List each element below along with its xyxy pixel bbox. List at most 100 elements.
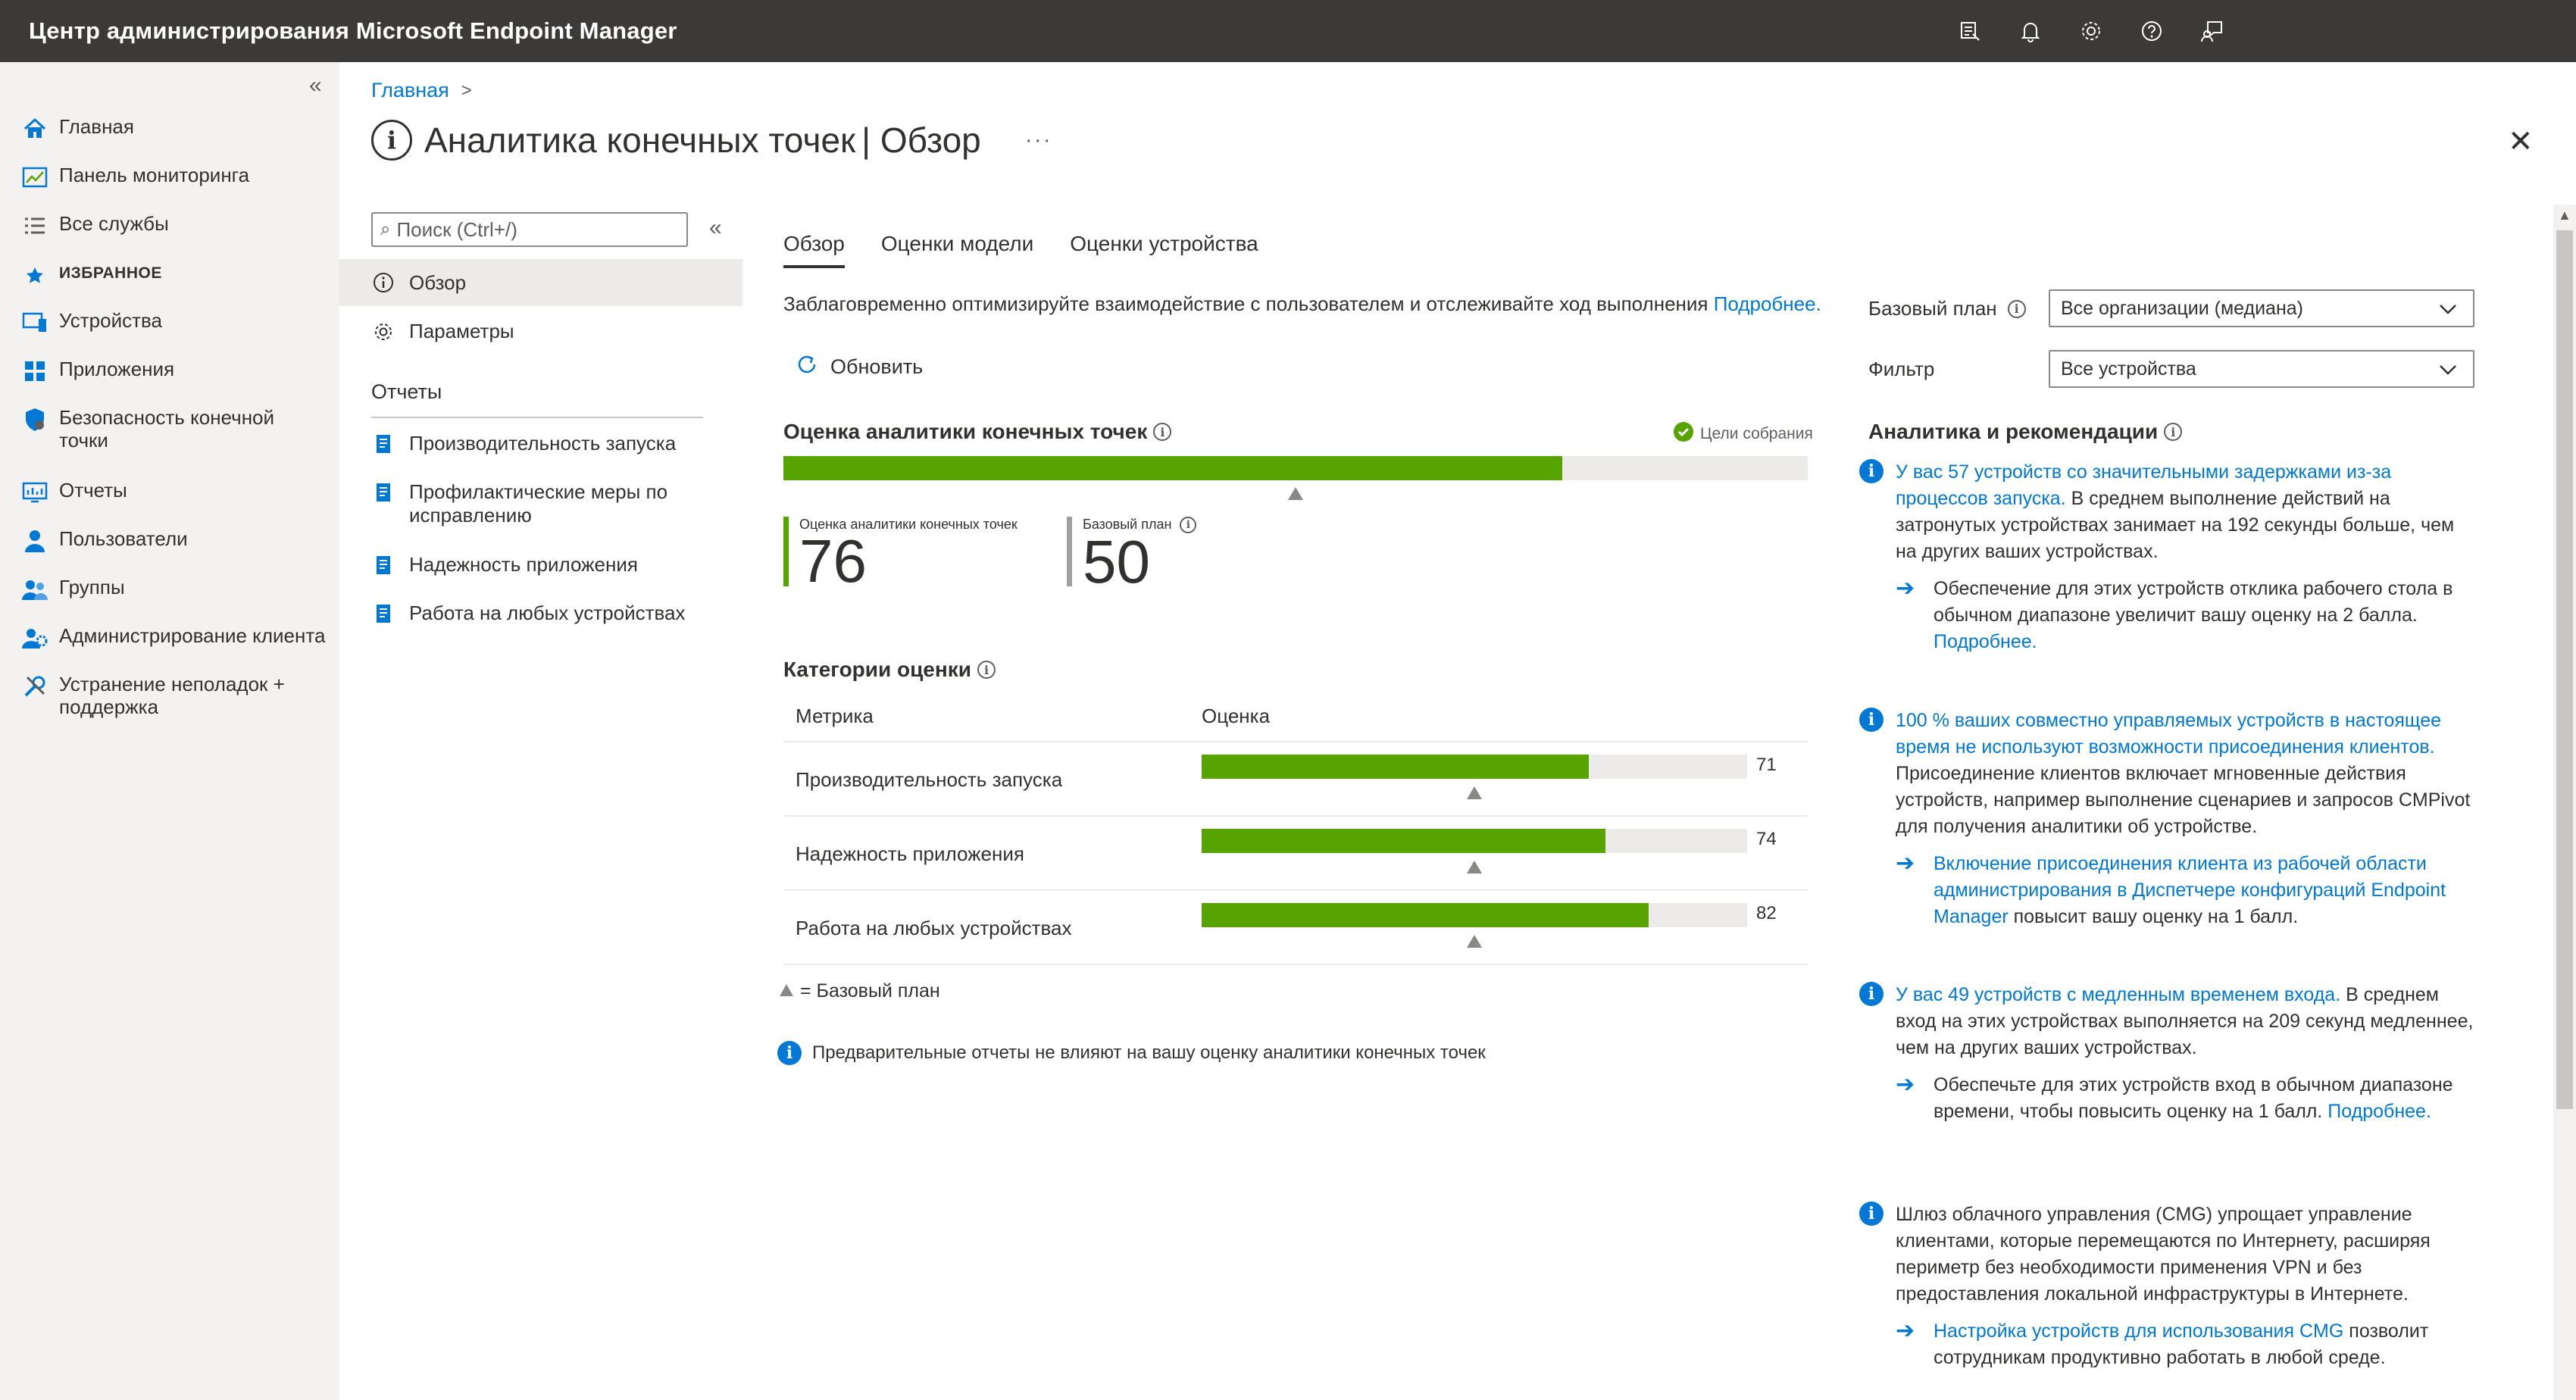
info-icon[interactable]: i [1153, 423, 1172, 441]
star-icon [21, 262, 48, 289]
filter-label: Фильтр [1868, 358, 1934, 381]
metric-name: Надежность приложения [796, 842, 1024, 865]
search-input[interactable]: ⌕ Поиск (Ctrl+/) [371, 212, 688, 247]
bell-icon[interactable] [2015, 16, 2046, 46]
insight-link[interactable]: У вас 49 устройств с медленным временем … [1896, 984, 2340, 1005]
metric-score-value: 74 [1756, 829, 1777, 849]
report-icon [371, 432, 395, 456]
menu-item-label: Параметры [409, 320, 514, 342]
menu-item-label: Профилактические меры по исправлению [409, 480, 668, 527]
scrollbar-thumb[interactable] [2556, 230, 2573, 1109]
baseline-marker [1467, 861, 1482, 873]
tab-model-scores[interactable]: Оценки модели [881, 232, 1033, 268]
nav-item-devices[interactable]: Устройства [21, 309, 162, 336]
collapse-menu-icon[interactable]: « [709, 215, 722, 241]
menu-item-app-reliability[interactable]: Надежность приложения [371, 553, 638, 577]
info-icon: i [1859, 708, 1884, 732]
info-icon: i [1859, 459, 1884, 483]
search-placeholder: Поиск (Ctrl+/) [396, 217, 517, 241]
nav-item-tenant-admin[interactable]: Администрирование клиента [21, 624, 325, 652]
nav-item-dashboard[interactable]: Панель мониторинга [21, 164, 249, 191]
chevron-down-icon [2437, 358, 2459, 386]
metric-score-value: 71 [1756, 755, 1777, 775]
menu-item-settings[interactable]: Параметры [371, 320, 514, 344]
chevron-right-icon: > [461, 80, 472, 101]
table-header: Метрика Оценка [783, 689, 1808, 742]
refresh-icon [794, 352, 820, 383]
top-bar-icons [1955, 0, 2227, 62]
breadcrumb: Главная > [371, 79, 472, 102]
nav-item-groups[interactable]: Группы [21, 576, 125, 603]
baseline-label-text: Базовый план [1868, 297, 1997, 320]
nav-item-users[interactable]: Пользователи [21, 527, 188, 555]
info-icon: i [1859, 1202, 1884, 1226]
arrow-right-icon: ➔ [1896, 1072, 1915, 1097]
recommendation-text: повысит вашу оценку на 1 балл. [2008, 906, 2299, 927]
app-title[interactable]: Центр администрирования Microsoft Endpoi… [0, 17, 677, 45]
nav-item-apps[interactable]: Приложения [21, 358, 174, 385]
refresh-button[interactable]: Обновить [794, 352, 923, 383]
table-row[interactable]: Надежность приложения 74 [783, 817, 1808, 891]
nav-item-reports[interactable]: Отчеты [21, 479, 127, 506]
description-text: Заблаговременно оптимизируйте взаимодейс… [783, 292, 1714, 315]
score-kpi: Оценка аналитики конечных точек 76 [783, 517, 1018, 592]
feedback-portal-icon[interactable] [1955, 16, 1985, 46]
nav-item-label: Отчеты [59, 479, 127, 502]
search-icon: ⌕ [380, 219, 391, 239]
nav-item-label: Панель мониторинга [59, 164, 250, 186]
close-icon[interactable]: ✕ [2508, 124, 2534, 159]
learn-more-link[interactable]: Подробнее. [1934, 631, 2037, 652]
categories-header: Категории оценки i [783, 658, 996, 682]
nav-item-troubleshooting[interactable]: Устранение неполадок + поддержка [21, 673, 324, 718]
nav-item-endpoint-security[interactable]: Безопасность конечной точки [21, 406, 324, 452]
insight-link[interactable]: 100 % ваших совместно управляемых устрой… [1896, 710, 2441, 758]
chevron-down-icon [2437, 297, 2459, 325]
scroll-up-icon[interactable]: ▲ [2558, 208, 2571, 223]
check-circle-icon [1673, 421, 1694, 447]
info-icon[interactable]: i [2007, 299, 2026, 318]
learn-more-link[interactable]: Подробнее. [1714, 292, 1821, 315]
divider [371, 417, 703, 418]
wrench-icon [21, 673, 48, 700]
nav-item-all-services[interactable]: Все службы [21, 212, 169, 239]
info-icon[interactable]: i [2164, 423, 2183, 441]
table-row[interactable]: Производительность запуска 71 [783, 742, 1808, 817]
gear-icon[interactable] [2076, 16, 2106, 46]
more-options-button[interactable]: ··· [1025, 127, 1052, 153]
scrollbar[interactable]: ▲ [2553, 205, 2576, 1400]
menu-item-proactive-remediations[interactable]: Профилактические меры по исправлению [371, 480, 720, 527]
tenant-admin-icon [21, 624, 48, 652]
score-title: Оценка аналитики конечных точек [783, 420, 1148, 443]
nav-item-home[interactable]: Главная [21, 115, 134, 142]
arrow-right-icon: ➔ [1896, 1318, 1915, 1343]
menu-item-overview[interactable]: Обзор [339, 259, 742, 306]
home-icon [21, 115, 48, 142]
info-icon[interactable]: i [977, 661, 996, 679]
categories-title: Категории оценки [783, 658, 972, 681]
help-icon[interactable] [2137, 16, 2167, 46]
recommendation-link[interactable]: Настройка устройств для использования CM… [1934, 1320, 2343, 1342]
nav-item-label: Безопасность конечной точки [59, 406, 275, 452]
list-icon [21, 212, 48, 239]
left-navigation: « Главная Панель мониторинга Все службы … [0, 62, 339, 1400]
table-row[interactable]: Работа на любых устройствах 82 [783, 891, 1808, 965]
metric-name: Работа на любых устройствах [796, 917, 1072, 939]
menu-item-label: Надежность приложения [409, 553, 638, 576]
menu-item-work-from-anywhere[interactable]: Работа на любых устройствах [371, 602, 685, 626]
tab-device-scores[interactable]: Оценки устройства [1070, 232, 1258, 268]
nav-item-label: Приложения [59, 358, 175, 380]
person-feedback-icon[interactable] [2197, 16, 2227, 46]
table-body: Производительность запуска 71 Надежность п… [783, 742, 1808, 965]
menu-item-startup-performance[interactable]: Производительность запуска [371, 432, 676, 456]
tab-overview[interactable]: Обзор [783, 232, 845, 268]
arrow-right-icon: ➔ [1896, 576, 1915, 601]
baseline-triangle-icon [779, 980, 794, 1002]
baseline-dropdown[interactable]: Все организации (медиана) [2049, 289, 2474, 327]
collapse-nav-icon[interactable]: « [309, 73, 322, 98]
breadcrumb-home-link[interactable]: Главная [371, 79, 449, 102]
insight-text: Шлюз облачного управления (CMG) упрощает… [1896, 1204, 2431, 1305]
filter-dropdown[interactable]: Все устройства [2049, 350, 2474, 388]
info-icon[interactable]: i [1180, 517, 1197, 534]
refresh-label: Обновить [830, 355, 924, 378]
learn-more-link[interactable]: Подробнее. [2327, 1101, 2431, 1122]
